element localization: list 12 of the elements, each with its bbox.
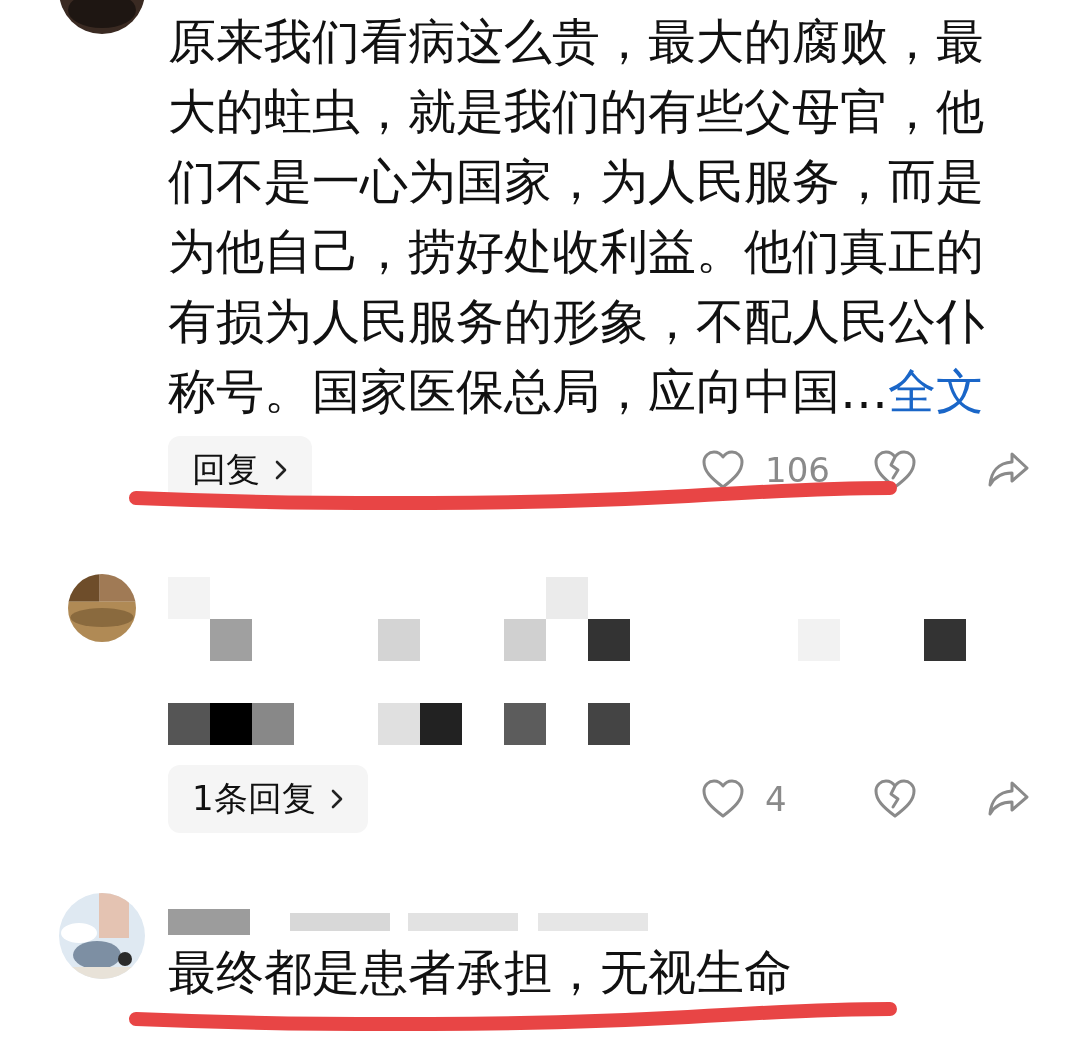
heart-icon[interactable] — [701, 779, 745, 819]
comment-text: 原来我们看病这么贵，最大的腐败，最大的蛀虫，就是我们的有些父母官，他们不是一心为国家，为人民服务，而是为他自己，捞好处收利益。他们真正的有损为人民服务的形象，不配人民公仆称号。国家医保总局，应向中国…全文 — [168, 12, 985, 421]
chevron-icon — [329, 787, 344, 811]
like-count: 4 — [765, 779, 788, 819]
replies-button[interactable]: 1条回复 — [168, 765, 368, 833]
heart-icon[interactable] — [701, 450, 745, 490]
broken-heart-icon[interactable] — [873, 450, 917, 490]
comment-text: 最终都是患者承担，无视生命 — [168, 943, 792, 1001]
broken-heart-icon[interactable] — [873, 779, 917, 819]
like-count: 106 — [765, 450, 831, 490]
chevron-icon — [274, 458, 288, 482]
expand-link[interactable]: 全文 — [888, 363, 984, 419]
